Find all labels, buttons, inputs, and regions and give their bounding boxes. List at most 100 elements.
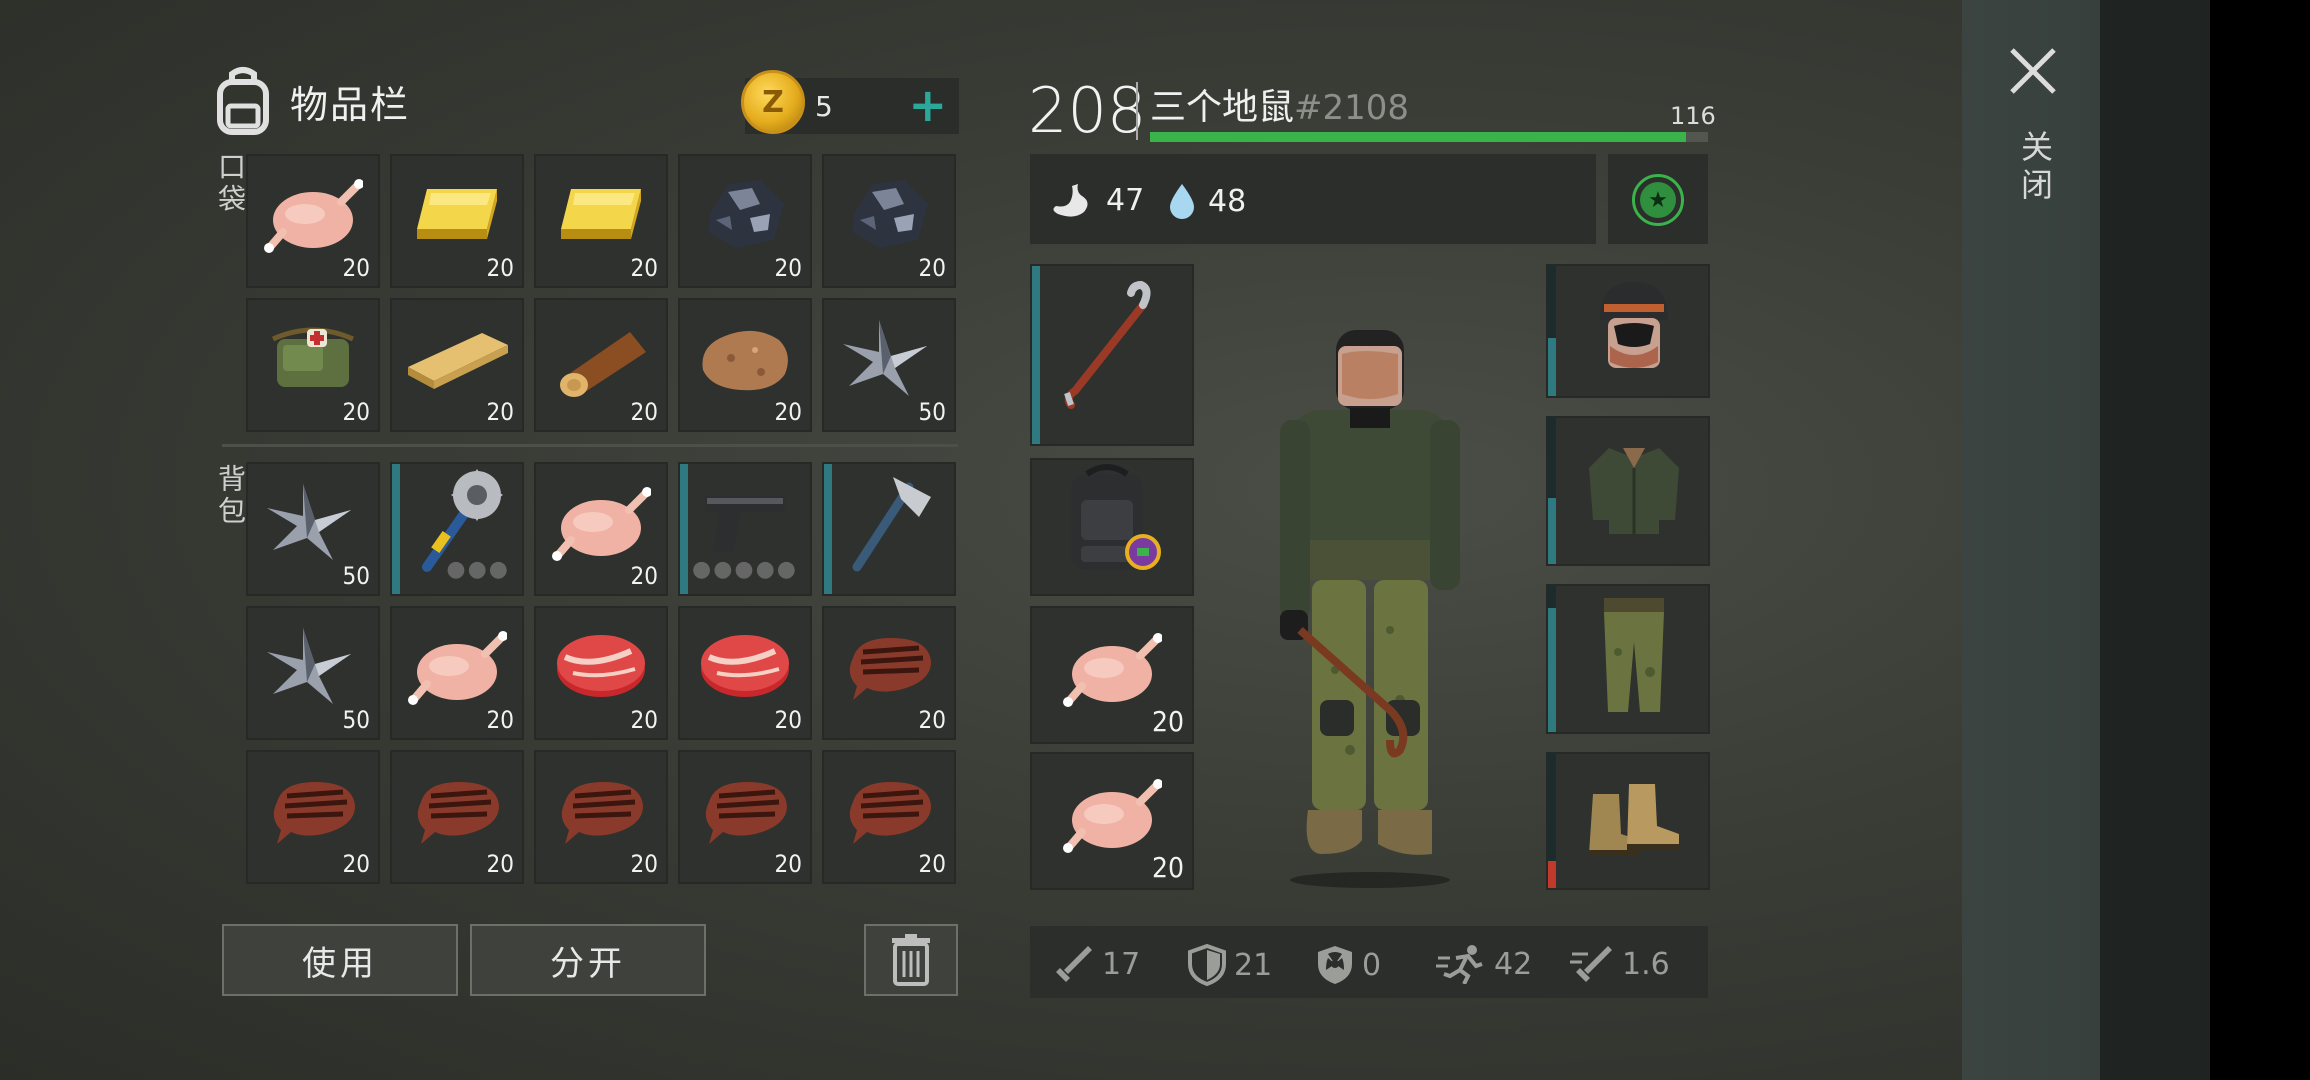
- armor-value: 21: [1234, 947, 1273, 983]
- iron-ore-icon: [700, 174, 790, 258]
- item-slot-gold-bar[interactable]: 20: [534, 154, 668, 288]
- coin-icon: Z: [741, 70, 805, 134]
- durability-bar: [392, 464, 400, 594]
- attack-value: 17: [1102, 946, 1141, 982]
- player-name: 三个地鼠: [1150, 87, 1295, 128]
- radiation-stat: 0: [1316, 944, 1381, 986]
- item-quantity: 20: [342, 398, 370, 426]
- item-slot-wood-plank[interactable]: 20: [390, 298, 524, 432]
- item-slot-saw-mace[interactable]: ●●●: [390, 462, 524, 596]
- equip-slot-jacket[interactable]: [1546, 416, 1710, 566]
- item-slot-cooked-steak[interactable]: 20: [822, 750, 956, 884]
- item-slot-scrap-metal[interactable]: 50: [822, 298, 956, 432]
- item-slot-cooked-steak[interactable]: 20: [390, 750, 524, 884]
- armor-stat: 21: [1188, 944, 1272, 986]
- item-quantity: 20: [486, 254, 514, 282]
- durability-bar: [1548, 754, 1556, 888]
- durability-bar: [680, 464, 688, 594]
- durability-fill: [392, 464, 400, 594]
- trash-icon: [892, 934, 930, 986]
- iron-ore-icon: [844, 174, 934, 258]
- split-button[interactable]: 分开: [470, 924, 706, 996]
- close-icon[interactable]: [2006, 44, 2060, 98]
- item-slot-gold-bar[interactable]: 20: [390, 154, 524, 288]
- item-slot-cooked-steak[interactable]: 20: [678, 750, 812, 884]
- ammo-dots: ●●●: [446, 557, 510, 582]
- item-slot-chicken[interactable]: 20: [246, 154, 380, 288]
- favorite-button[interactable]: ★: [1608, 154, 1708, 244]
- item-slot-chicken[interactable]: 20: [1030, 606, 1194, 744]
- item-slot-stone[interactable]: 20: [678, 298, 812, 432]
- item-slot-raw-steak[interactable]: 20: [678, 606, 812, 740]
- item-quantity: 20: [774, 254, 802, 282]
- hunger-stat: 47: [1048, 182, 1144, 218]
- use-button[interactable]: 使用: [222, 924, 458, 996]
- chicken-icon: [263, 172, 364, 260]
- durability-fill: [1548, 607, 1556, 732]
- radiation-shield-icon: [1318, 946, 1352, 984]
- running-icon: [1436, 945, 1483, 984]
- item-slot-raw-steak[interactable]: 20: [534, 606, 668, 740]
- speed-value: 42: [1494, 946, 1533, 982]
- shield-icon: [1188, 944, 1226, 986]
- item-slot-backpack[interactable]: [1030, 458, 1194, 596]
- item-slot-iron-ore[interactable]: 20: [822, 154, 956, 288]
- item-quantity: 20: [774, 850, 802, 878]
- player-character[interactable]: [1250, 290, 1490, 890]
- equip-slot-boots[interactable]: [1546, 752, 1710, 890]
- item-slot-chicken[interactable]: 20: [534, 462, 668, 596]
- chicken-icon: [551, 480, 652, 568]
- xp-bar: [1150, 132, 1708, 142]
- helmet-icon: [1584, 274, 1684, 388]
- pants-icon: [1594, 592, 1674, 726]
- chicken-icon: [407, 624, 508, 712]
- equip-slot-pants[interactable]: [1546, 584, 1710, 734]
- xp-number: 116: [1670, 102, 1716, 130]
- cooked-steak-icon: [263, 772, 363, 852]
- screen-edge: [2210, 0, 2310, 1080]
- equip-slot-helmet[interactable]: [1546, 264, 1710, 398]
- scrap-metal-icon: [839, 316, 939, 404]
- item-slot-cooked-steak[interactable]: 20: [246, 750, 380, 884]
- item-slot-cooked-steak[interactable]: 20: [534, 750, 668, 884]
- item-slot-cooked-steak[interactable]: 20: [822, 606, 956, 740]
- chicken-icon: [1062, 772, 1163, 860]
- wood-plank-icon: [402, 323, 512, 397]
- backpack-label: 背包: [214, 464, 247, 528]
- item-slot-pistol[interactable]: ●●●●●: [678, 462, 812, 596]
- durability-bar: [824, 464, 832, 594]
- inventory-title: 物品栏: [290, 82, 411, 127]
- jacket-icon: [1579, 434, 1689, 548]
- swift-sword-icon: [1570, 946, 1612, 982]
- durability-fill: [824, 464, 832, 594]
- star-badge: ★: [1632, 174, 1684, 226]
- item-slot-crowbar[interactable]: [1030, 264, 1194, 446]
- durability-fill: [1032, 266, 1040, 444]
- stomach-icon: [1053, 184, 1088, 217]
- item-slot-scrap-metal[interactable]: 50: [246, 606, 380, 740]
- stone-icon: [695, 320, 795, 400]
- item-slot-chicken[interactable]: 20: [390, 606, 524, 740]
- item-quantity: 50: [918, 398, 946, 426]
- trash-button[interactable]: [864, 924, 958, 996]
- scrap-metal-icon: [263, 480, 363, 568]
- item-slot-scrap-metal[interactable]: 50: [246, 462, 380, 596]
- item-slot-medkit-bag[interactable]: 20: [246, 298, 380, 432]
- item-slot-chicken[interactable]: 20: [1030, 752, 1194, 890]
- boots-icon: [1579, 774, 1689, 868]
- cooked-steak-icon: [407, 772, 507, 852]
- thirst-stat: 48: [1168, 182, 1246, 220]
- cooked-steak-icon: [839, 772, 939, 852]
- durability-bar: [1548, 418, 1556, 564]
- close-button-label[interactable]: 关闭: [2012, 130, 2058, 206]
- pistol-icon: [695, 482, 795, 566]
- add-coins-button[interactable]: +: [908, 82, 947, 128]
- item-slot-log[interactable]: 20: [534, 298, 668, 432]
- survival-stats: 47 48: [1030, 154, 1596, 244]
- sword-icon: [1056, 946, 1092, 982]
- cooked-steak-icon: [839, 628, 939, 708]
- item-slot-hatchet[interactable]: [822, 462, 956, 596]
- item-quantity: 20: [918, 706, 946, 734]
- item-quantity: 50: [342, 562, 370, 590]
- item-slot-iron-ore[interactable]: 20: [678, 154, 812, 288]
